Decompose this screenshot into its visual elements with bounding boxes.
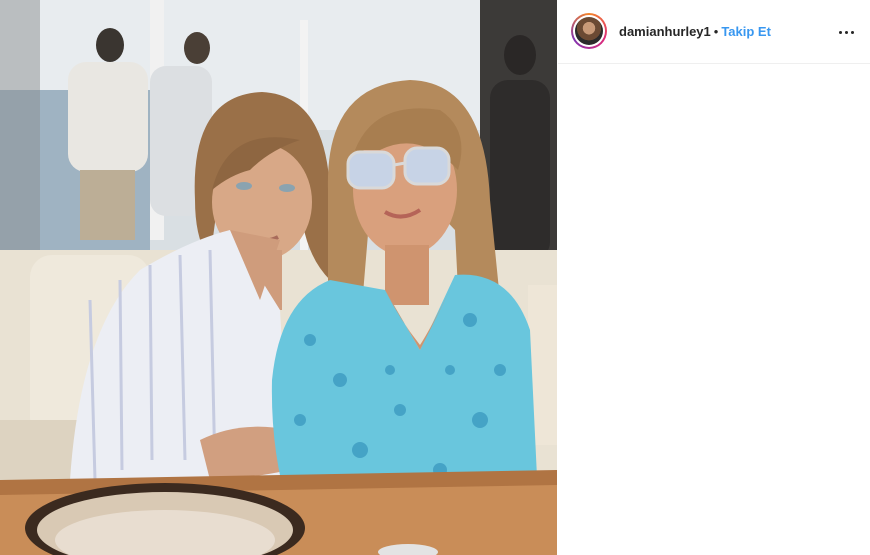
more-dot xyxy=(844,30,848,34)
post-header: damianhurley1 • Takip Et xyxy=(558,0,870,64)
separator-dot: • xyxy=(713,24,719,39)
post-photo[interactable] xyxy=(0,0,557,555)
post-side-panel: damianhurley1 • Takip Et xyxy=(558,0,870,555)
avatar-ring xyxy=(573,15,605,47)
more-options-icon[interactable] xyxy=(836,22,856,42)
user-line: damianhurley1 • Takip Et xyxy=(619,24,771,40)
more-dot xyxy=(838,30,842,34)
avatar-image xyxy=(575,17,603,45)
more-dot xyxy=(850,30,854,34)
username-link[interactable]: damianhurley1 xyxy=(619,24,711,39)
profile-avatar[interactable] xyxy=(571,13,607,49)
photo-illustration xyxy=(0,0,557,555)
follow-button[interactable]: Takip Et xyxy=(721,24,771,39)
